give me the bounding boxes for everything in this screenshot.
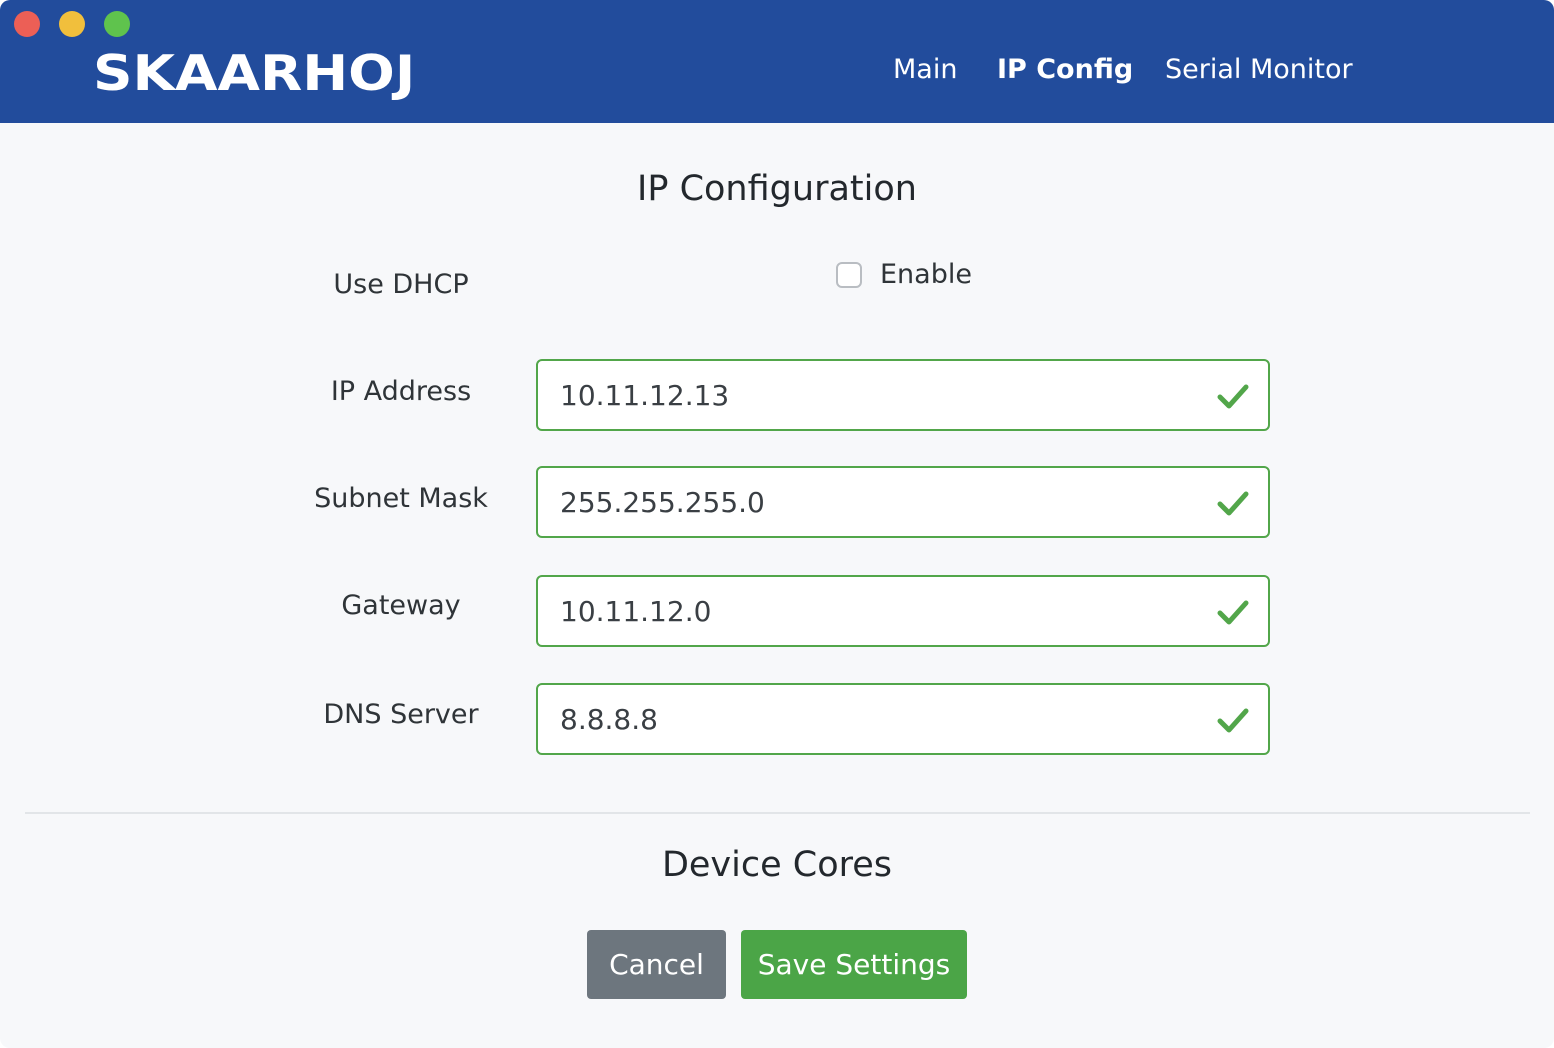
cancel-button[interactable]: Cancel <box>587 930 726 999</box>
window-close-button[interactable] <box>14 11 40 37</box>
top-navbar: SKAARHOJ Main IP Config Serial Monitor <box>0 0 1554 123</box>
gateway-label: Gateway <box>341 590 461 621</box>
section-divider <box>25 812 1530 814</box>
save-settings-button[interactable]: Save Settings <box>741 930 967 999</box>
dns-server-field-box <box>536 683 1270 755</box>
dhcp-enable-checkbox[interactable] <box>836 262 862 288</box>
subnet-mask-input[interactable] <box>560 468 1180 536</box>
subnet-mask-label: Subnet Mask <box>314 483 488 514</box>
nav-serial-monitor-link[interactable]: Serial Monitor <box>1165 48 1353 92</box>
ip-address-label: IP Address <box>330 376 472 407</box>
skaarhoj-logo: SKAARHOJ <box>93 45 416 102</box>
nav-main-link[interactable]: Main <box>893 48 957 92</box>
use-dhcp-label: Use DHCP <box>333 269 469 300</box>
valid-check-icon <box>1217 384 1249 409</box>
dhcp-enable-label[interactable]: Enable <box>880 255 972 295</box>
valid-check-icon <box>1217 491 1249 516</box>
app-window: SKAARHOJ Main IP Config Serial Monitor I… <box>0 0 1554 1048</box>
gateway-field-box <box>536 575 1270 647</box>
ip-configuration-heading: IP Configuration <box>637 169 917 209</box>
window-minimize-button[interactable] <box>59 11 85 37</box>
dns-server-input[interactable] <box>560 685 1180 753</box>
subnet-mask-field-box <box>536 466 1270 538</box>
valid-check-icon <box>1217 708 1249 733</box>
device-cores-heading: Device Cores <box>661 845 893 885</box>
dns-server-label: DNS Server <box>323 699 479 730</box>
ip-address-input[interactable] <box>560 361 1180 429</box>
valid-check-icon <box>1217 600 1249 625</box>
ip-address-field-box <box>536 359 1270 431</box>
nav-ip-config-link[interactable]: IP Config <box>997 48 1133 92</box>
window-zoom-button[interactable] <box>104 11 130 37</box>
gateway-input[interactable] <box>560 577 1180 645</box>
